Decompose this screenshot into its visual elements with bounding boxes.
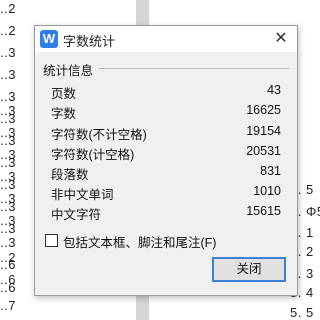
stat-label: 字数: [51, 107, 77, 121]
stat-label: 中文字符: [51, 208, 102, 222]
stat-label: 字符数(不计空格): [51, 128, 147, 142]
checkbox-label: 包括文本框、脚注和尾注(F): [63, 236, 217, 250]
page-ref: ..3: [0, 235, 16, 250]
stat-value: 15615: [246, 204, 281, 218]
page-ref: ..3: [0, 89, 16, 104]
group-divider: [99, 68, 289, 69]
page-ref: ..2: [0, 23, 16, 38]
stat-row-chinese-chars: 中文字符 15615: [51, 204, 281, 222]
page-ref: ..3: [0, 199, 16, 214]
page-ref: ..2: [0, 1, 16, 16]
stat-row-non-chinese-words: 非中文单词 1010: [51, 184, 281, 202]
stat-row-pages: 页数 43: [51, 83, 281, 101]
document-left-margin: ..2 ..2 ..3 ..3 ..3 ..3 ..3 ..3 ..3 ..3 …: [0, 0, 30, 320]
page-ref: ..6: [0, 257, 16, 272]
page-ref: ..3: [0, 155, 16, 170]
page-ref: ..7: [0, 298, 16, 313]
stat-value: 43: [267, 83, 281, 97]
close-icon[interactable]: ✕: [271, 29, 291, 49]
stat-value: 20531: [246, 144, 281, 158]
word-count-dialog: W 字数统计 ✕ 统计信息 页数 43 字数 16625 字符数(不计空格) 1…: [34, 25, 298, 296]
statistics-group-label: 统计信息: [43, 60, 98, 79]
wps-writer-icon: W: [40, 30, 58, 48]
page-ref: ..3: [0, 45, 16, 60]
page-ref: ..3: [0, 133, 16, 148]
page-ref: ..3: [0, 177, 16, 192]
page-ref: ..6: [0, 280, 16, 295]
stat-row-paragraphs: 段落数 831: [51, 164, 281, 182]
checkbox-box[interactable]: [45, 234, 58, 247]
page-ref: ..3: [0, 111, 16, 126]
stat-value: 1010: [253, 184, 281, 198]
stat-value: 19154: [246, 124, 281, 138]
stat-row-chars-with-spaces: 字符数(计空格) 20531: [51, 144, 281, 162]
dialog-titlebar[interactable]: W 字数统计 ✕: [35, 26, 297, 52]
stat-value: 831: [260, 164, 281, 178]
stat-row-words: 字数 16625: [51, 103, 281, 121]
page-ref: 5. 5: [290, 305, 314, 320]
stat-row-chars-no-spaces: 字符数(不计空格) 19154: [51, 124, 281, 142]
stat-value: 16625: [246, 103, 281, 117]
dialog-title: 字数统计: [63, 34, 116, 49]
page-ref: ..3: [0, 221, 16, 236]
stat-label: 字符数(计空格): [51, 148, 135, 162]
stat-label: 非中文单词: [51, 188, 114, 202]
close-button[interactable]: 关闭: [212, 257, 286, 282]
stat-label: 段落数: [51, 168, 89, 182]
page-ref: ..3: [0, 67, 16, 82]
stat-label: 页数: [51, 87, 77, 101]
